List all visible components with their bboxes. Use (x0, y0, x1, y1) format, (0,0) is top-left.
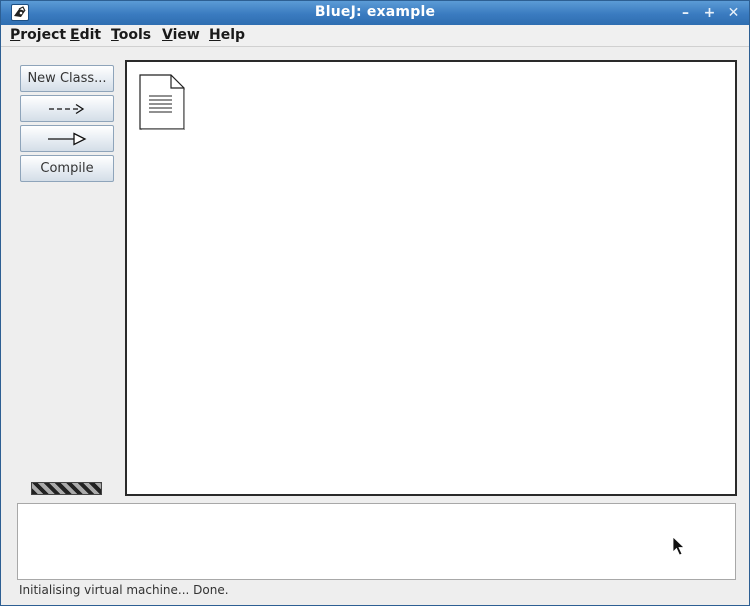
status-message: Initialising virtual machine... Done. (19, 583, 229, 597)
window-controls: – + ✕ (675, 3, 744, 23)
maximize-icon[interactable]: + (699, 3, 720, 23)
new-class-button[interactable]: New Class... (20, 65, 114, 92)
close-icon[interactable]: ✕ (723, 3, 744, 23)
menu-project[interactable]: Project (10, 27, 66, 43)
minimize-icon[interactable]: – (675, 3, 696, 23)
bluej-window: BlueJ: example – + ✕ Project Edit Tools … (0, 0, 750, 606)
compile-button[interactable]: Compile (20, 155, 114, 182)
vm-progress-indicator (31, 482, 102, 495)
menu-edit[interactable]: Edit (70, 27, 101, 43)
inheritance-arrow-icon (48, 131, 87, 146)
inheritance-arrow-button[interactable] (20, 125, 114, 152)
readme-document-icon[interactable] (139, 74, 185, 130)
menu-bar: Project Edit Tools View Help (1, 25, 749, 47)
window-title: BlueJ: example (314, 4, 436, 20)
title-bar[interactable]: BlueJ: example – + ✕ (1, 1, 749, 25)
dashed-arrow-icon (49, 103, 85, 114)
mouse-pointer-icon (672, 536, 685, 556)
menu-tools[interactable]: Tools (111, 27, 151, 43)
menu-help[interactable]: Help (209, 27, 245, 43)
object-bench[interactable] (17, 503, 736, 580)
uses-arrow-button[interactable] (20, 95, 114, 122)
menu-view[interactable]: View (162, 27, 200, 43)
class-diagram-canvas[interactable] (125, 60, 737, 496)
